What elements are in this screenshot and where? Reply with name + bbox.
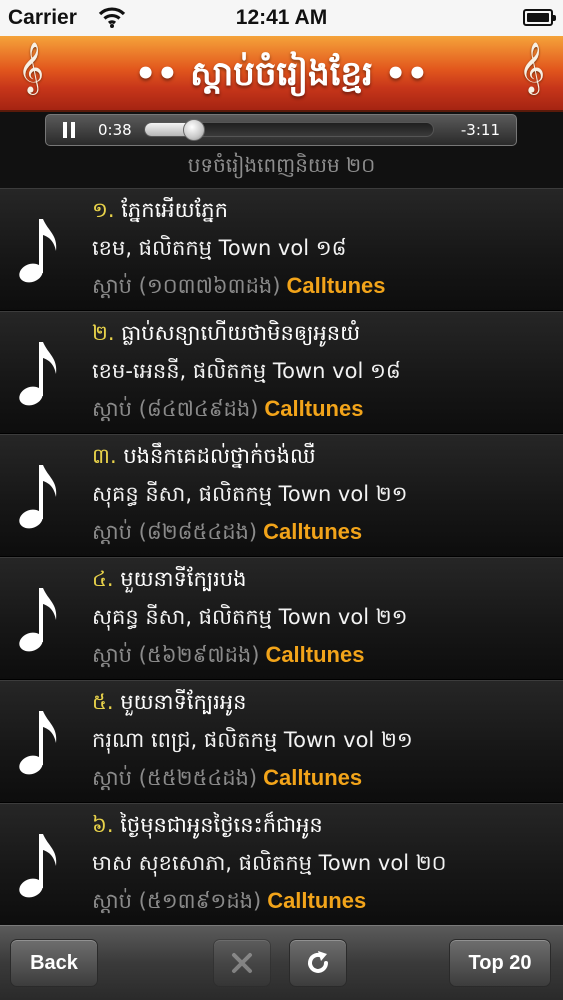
song-title-line: ៤. មួយនាទីក្បែរបង	[92, 566, 246, 597]
song-plays-line: ស្ដាប់ (៨២៨៥៤ដង) Calltunes	[92, 519, 362, 550]
song-title: ធ្លាប់សន្យាហើយថាមិនឲ្យអូនយំ	[121, 321, 361, 345]
song-number: ៤.	[92, 567, 114, 591]
status-bar: Carrier 12:41 AM	[0, 0, 563, 36]
song-number: ៥.	[92, 690, 114, 714]
app-header: 𝄞 •• ស្ដាប់ចំរៀងខ្មែរ •• 𝄞	[0, 36, 563, 112]
source-link[interactable]: Calltunes	[263, 519, 362, 544]
source-link[interactable]: Calltunes	[264, 396, 363, 421]
song-number: ៣.	[92, 444, 117, 468]
music-note-icon	[19, 588, 57, 652]
page-title: •• ស្ដាប់ចំរៀងខ្មែរ ••	[134, 54, 429, 94]
play-count: ស្ដាប់ (៥៦២៩៧ដង)	[92, 643, 260, 667]
song-row[interactable]: ១. ភ្នែកអើយភ្នែក ខេម, ផលិតកម្ម Town vol …	[0, 188, 563, 311]
treble-clef-icon: 𝄞	[518, 42, 545, 93]
song-number: ៦.	[92, 813, 114, 837]
play-count: ស្ដាប់ (៥១៣៩១ដង)	[92, 889, 262, 913]
song-title-line: ៣. បងនឹកគេដល់ថ្នាក់ចង់ឈឺ	[92, 443, 316, 474]
song-title: ថ្ងៃមុនជាអូនថ្ងៃនេះក៏ជាអូន	[120, 813, 323, 837]
song-row[interactable]: ២. ធ្លាប់សន្យាហើយថាមិនឲ្យអូនយំ ខេម-អេននី…	[0, 311, 563, 434]
song-plays-line: ស្ដាប់ (៥៥២៥៤ដង) Calltunes	[92, 765, 362, 796]
bottom-toolbar: Back Top 20	[0, 925, 563, 1000]
battery-icon	[523, 9, 556, 26]
play-count: ស្ដាប់ (១០៣៧៦៣ដង)	[92, 274, 281, 298]
list-subtitle: បទចំរៀងពេញនិយម ២០	[187, 153, 376, 177]
remaining-time: -3:11	[460, 121, 500, 139]
song-artist: ខេម-អេននី, ផលិតកម្ម Town vol ១៨	[92, 359, 401, 383]
song-row[interactable]: ៦. ថ្ងៃមុនជាអូនថ្ងៃនេះក៏ជាអូន មាស សុខសោភ…	[0, 803, 563, 926]
song-plays-line: ស្ដាប់ (៨៤៧៤៩ដង) Calltunes	[92, 396, 363, 427]
song-artist: ខេម, ផលិតកម្ម Town vol ១៨	[92, 236, 347, 260]
song-plays-line: ស្ដាប់ (៥៦២៩៧ដង) Calltunes	[92, 642, 364, 673]
progress-thumb[interactable]	[182, 119, 205, 141]
source-link[interactable]: Calltunes	[265, 642, 364, 667]
treble-clef-icon: 𝄞	[18, 42, 45, 93]
song-title-line: ៦. ថ្ងៃមុនជាអូនថ្ងៃនេះក៏ជាអូន	[92, 812, 323, 843]
back-button[interactable]: Back	[10, 939, 98, 987]
song-artist: មាស សុខសោភា, ផលិតកម្ម Town vol ២០	[92, 851, 447, 875]
refresh-button[interactable]	[289, 939, 347, 987]
music-note-icon	[19, 465, 57, 529]
song-row[interactable]: ៤. មួយនាទីក្បែរបង សុគន្ធ នីសា, ផលិតកម្ម …	[0, 557, 563, 680]
song-title-line: ១. ភ្នែកអើយភ្នែក	[92, 197, 228, 228]
source-link[interactable]: Calltunes	[267, 888, 366, 913]
song-number: ២.	[92, 321, 115, 345]
play-count: ស្ដាប់ (៨២៨៥៤ដង)	[92, 520, 258, 544]
song-title: មួយនាទីក្បែរអូន	[120, 690, 247, 714]
music-note-icon	[19, 219, 57, 283]
play-count: ស្ដាប់ (៨៤៧៤៩ដង)	[92, 397, 259, 421]
song-number: ១.	[92, 198, 115, 222]
song-list: ១. ភ្នែកអើយភ្នែក ខេម, ផលិតកម្ម Town vol …	[0, 188, 563, 926]
music-note-icon	[19, 711, 57, 775]
song-title: ភ្នែកអើយភ្នែក	[121, 198, 228, 222]
song-plays-line: ស្ដាប់ (១០៣៧៦៣ដង) Calltunes	[92, 273, 386, 304]
top20-button[interactable]: Top 20	[449, 939, 551, 987]
close-icon	[232, 953, 252, 973]
elapsed-time: 0:38	[98, 121, 132, 139]
song-artist: ករុណា ពេជ្រ, ផលិតកម្ម Town vol ២១	[92, 728, 413, 752]
play-count: ស្ដាប់ (៥៥២៥៤ដង)	[92, 766, 258, 790]
song-artist: សុគន្ធ នីសា, ផលិតកម្ម Town vol ២១	[92, 482, 408, 506]
clock-time: 12:41 AM	[235, 6, 328, 29]
song-artist: សុគន្ធ នីសា, ផលិតកម្ម Town vol ២១	[92, 605, 408, 629]
song-plays-line: ស្ដាប់ (៥១៣៩១ដង) Calltunes	[92, 888, 366, 919]
song-row[interactable]: ៣. បងនឹកគេដល់ថ្នាក់ចង់ឈឺ សុគន្ធ នីសា, ផល…	[0, 434, 563, 557]
audio-player: 0:38 -3:11	[45, 114, 517, 146]
song-row[interactable]: ៥. មួយនាទីក្បែរអូន ករុណា ពេជ្រ, ផលិតកម្ម…	[0, 680, 563, 803]
song-title: មួយនាទីក្បែរបង	[120, 567, 247, 591]
source-link[interactable]: Calltunes	[263, 765, 362, 790]
song-title-line: ៥. មួយនាទីក្បែរអូន	[92, 689, 246, 720]
song-title-line: ២. ធ្លាប់សន្យាហើយថាមិនឲ្យអូនយំ	[92, 320, 360, 351]
song-title: បងនឹកគេដល់ថ្នាក់ចង់ឈឺ	[123, 444, 316, 468]
pause-button[interactable]	[62, 122, 76, 138]
close-button[interactable]	[213, 939, 271, 987]
progress-slider[interactable]	[144, 119, 434, 141]
source-link[interactable]: Calltunes	[286, 273, 385, 298]
music-note-icon	[19, 342, 57, 406]
refresh-icon	[308, 951, 328, 973]
music-note-icon	[19, 834, 57, 898]
